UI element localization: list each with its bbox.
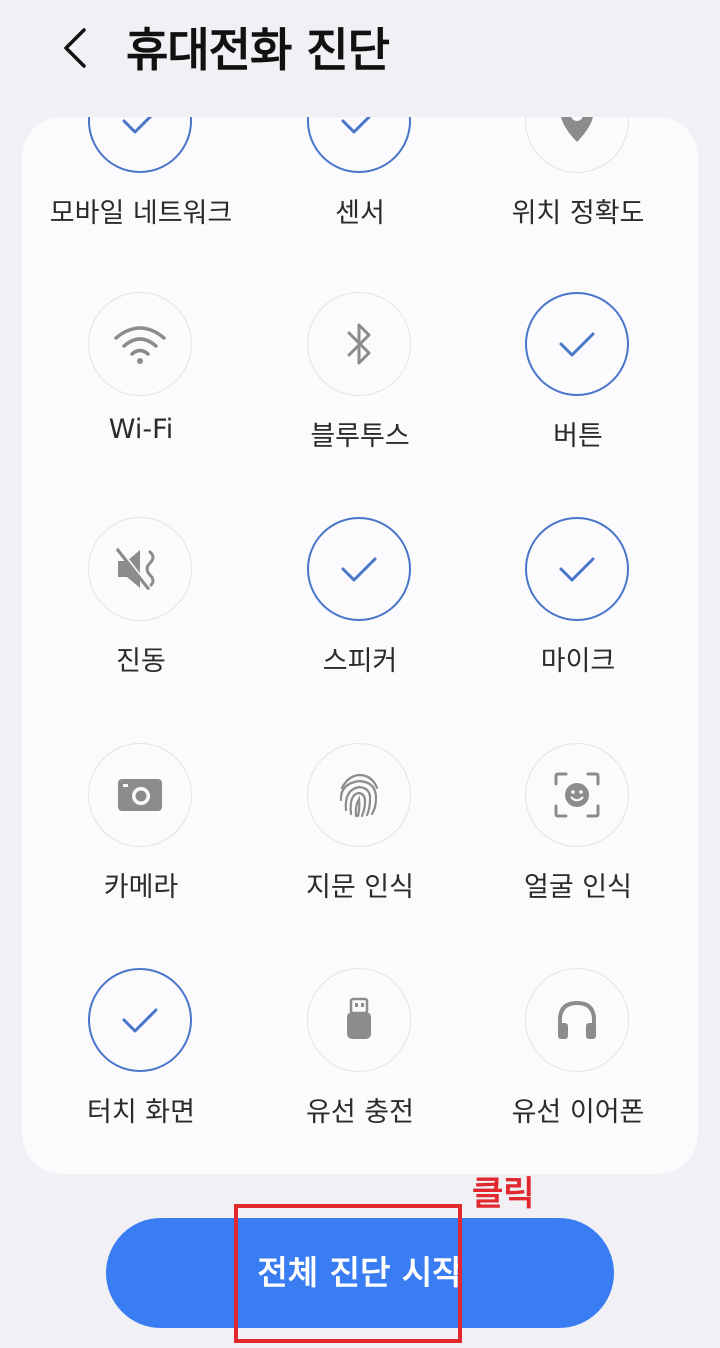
headphones-icon — [558, 1000, 596, 1039]
diag-item-label: 진동 — [116, 646, 166, 677]
vibration-mute-icon — [116, 548, 155, 590]
status-circle — [525, 117, 629, 173]
diag-item-microphone[interactable]: 마이크 — [469, 517, 687, 717]
check-icon — [341, 557, 377, 582]
camera-icon — [118, 779, 162, 811]
status-circle — [88, 292, 192, 396]
diag-item-camera[interactable]: 카메라 — [32, 743, 250, 943]
status-circle — [525, 517, 629, 621]
diag-item-label: 마이크 — [540, 646, 616, 677]
check-icon — [122, 117, 153, 134]
diag-item-label: 얼굴 인식 — [524, 872, 632, 903]
bluetooth-icon — [347, 323, 371, 365]
check-icon — [559, 557, 595, 582]
diag-item-button[interactable]: 버튼 — [469, 292, 687, 492]
diag-item-label: 지문 인식 — [306, 872, 414, 903]
check-icon — [122, 1008, 158, 1033]
diag-item-wifi[interactable]: Wi-Fi — [32, 292, 250, 492]
annotation-label: 클릭 — [472, 1174, 535, 1214]
back-button[interactable] — [52, 18, 102, 78]
status-circle — [525, 968, 629, 1072]
diagnostics-grid: 모바일 네트워크 센서 위치 정확도 Wi-Fi 블루투스 버튼 진동 스피커 … — [22, 117, 698, 1174]
status-circle — [307, 968, 411, 1072]
diag-item-label: 유선 이어폰 — [511, 1097, 645, 1128]
diag-item-label: 스피커 — [322, 646, 398, 677]
diag-item-speaker[interactable]: 스피커 — [251, 517, 469, 717]
chevron-left-icon — [64, 28, 86, 68]
status-circle — [307, 517, 411, 621]
diag-item-label: 블루투스 — [310, 421, 410, 452]
location-pin-icon — [561, 117, 593, 142]
status-circle — [88, 117, 192, 173]
status-circle — [307, 292, 411, 396]
fingerprint-icon — [339, 773, 379, 818]
diag-item-wired-charging[interactable]: 유선 충전 — [251, 968, 469, 1168]
diag-item-mobile-network[interactable]: 모바일 네트워크 — [32, 117, 250, 269]
diag-item-touch-screen[interactable]: 터치 화면 — [32, 968, 250, 1168]
diag-item-fingerprint[interactable]: 지문 인식 — [251, 743, 469, 943]
check-icon — [341, 117, 372, 134]
status-circle — [307, 743, 411, 847]
diag-item-label: 모바일 네트워크 — [49, 198, 233, 229]
diag-item-label: 터치 화면 — [87, 1097, 195, 1128]
status-circle — [525, 292, 629, 396]
header-bar: 휴대전화 진단 — [0, 0, 720, 100]
status-circle — [88, 517, 192, 621]
diag-item-label: 유선 충전 — [306, 1097, 414, 1128]
diag-item-bluetooth[interactable]: 블루투스 — [251, 292, 469, 492]
usb-plug-icon — [347, 997, 371, 1039]
diag-item-label: Wi-Fi — [108, 414, 174, 445]
status-circle — [88, 968, 192, 1072]
check-icon — [559, 332, 595, 357]
diag-item-location-accuracy[interactable]: 위치 정확도 — [469, 117, 687, 269]
page-title: 휴대전화 진단 — [126, 23, 390, 77]
diag-item-label: 카메라 — [103, 872, 179, 903]
status-circle — [307, 117, 411, 173]
diag-item-sensor[interactable]: 센서 — [251, 117, 469, 269]
diag-item-face-recognition[interactable]: 얼굴 인식 — [469, 743, 687, 943]
status-circle — [88, 743, 192, 847]
diag-item-label: 버튼 — [553, 421, 603, 452]
wifi-icon — [114, 326, 166, 364]
face-scan-icon — [554, 772, 600, 818]
diag-item-label: 위치 정확도 — [511, 198, 645, 229]
diag-item-label: 센서 — [335, 198, 385, 229]
diag-item-vibration[interactable]: 진동 — [32, 517, 250, 717]
status-circle — [525, 743, 629, 847]
annotation-highlight-box — [234, 1204, 462, 1343]
diag-item-wired-earphones[interactable]: 유선 이어폰 — [469, 968, 687, 1168]
